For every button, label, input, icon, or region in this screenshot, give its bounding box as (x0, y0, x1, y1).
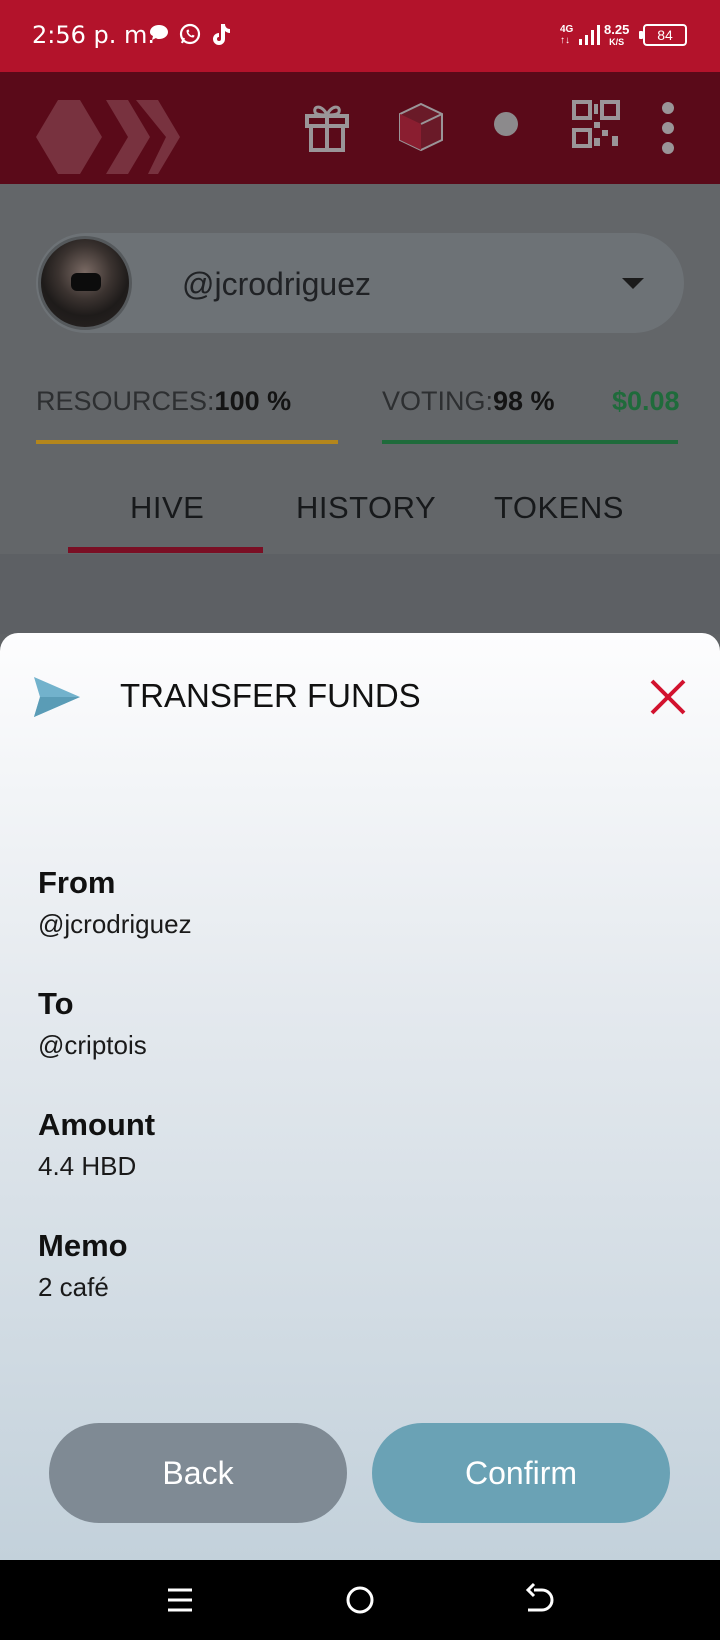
active-tab-indicator (68, 547, 263, 553)
resources-stat: RESOURCES:100 % (36, 386, 292, 416)
network-type: 4G ↑↓ (560, 24, 574, 46)
avatar (38, 236, 132, 330)
transfer-dialog: TRANSFER FUNDS From @jcrodriguez To @cri… (0, 633, 720, 1560)
from-value: @jcrodriguez (38, 909, 192, 939)
back-nav-icon[interactable] (500, 1560, 580, 1640)
amount-label: Amount (38, 1107, 156, 1142)
app-header (0, 72, 720, 184)
tab-tokens[interactable]: TOKENS (494, 490, 624, 526)
dot-icon[interactable] (494, 112, 518, 141)
memo-label: Memo (38, 1228, 128, 1263)
cube-icon[interactable] (398, 102, 444, 157)
chat-bubble-icon (148, 22, 170, 50)
send-icon (34, 677, 80, 722)
confirm-button[interactable]: Confirm (372, 1423, 670, 1523)
tab-hive[interactable]: HIVE (130, 490, 204, 526)
amount-value: 4.4 HBD (38, 1151, 137, 1181)
close-icon[interactable] (648, 677, 688, 717)
more-vert-icon[interactable] (660, 102, 676, 159)
signal-icon (578, 24, 600, 51)
to-value: @criptois (38, 1030, 147, 1060)
system-nav-bar (0, 1560, 720, 1640)
home-icon[interactable] (320, 1560, 400, 1640)
status-bar: 2:56 p. m. 4G ↑↓ 8.25 K/S 84 (0, 0, 720, 72)
account-username: @jcrodriguez (182, 266, 371, 302)
memo-value: 2 café (38, 1272, 109, 1302)
gift-icon[interactable] (304, 102, 350, 157)
voting-bar (382, 440, 678, 444)
menu-icon[interactable] (140, 1560, 220, 1640)
network-speed: 8.25 K/S (604, 22, 630, 47)
from-label: From (38, 865, 116, 900)
voting-stat: VOTING:98 % (382, 386, 555, 416)
wallet-content-dimmed (0, 554, 720, 634)
tiktok-icon (210, 22, 232, 52)
tab-history[interactable]: HISTORY (296, 490, 436, 526)
chevron-down-icon[interactable] (622, 278, 644, 289)
resources-bar (36, 440, 338, 444)
qr-code-icon[interactable] (572, 100, 620, 153)
dialog-title: TRANSFER FUNDS (120, 677, 421, 714)
to-label: To (38, 986, 74, 1021)
battery-indicator: 84 (639, 24, 687, 46)
whatsapp-icon (178, 22, 202, 52)
hive-logo-icon (36, 100, 192, 179)
back-button[interactable]: Back (49, 1423, 347, 1523)
status-time: 2:56 p. m. (32, 21, 156, 49)
vote-value: $0.08 (612, 386, 680, 416)
